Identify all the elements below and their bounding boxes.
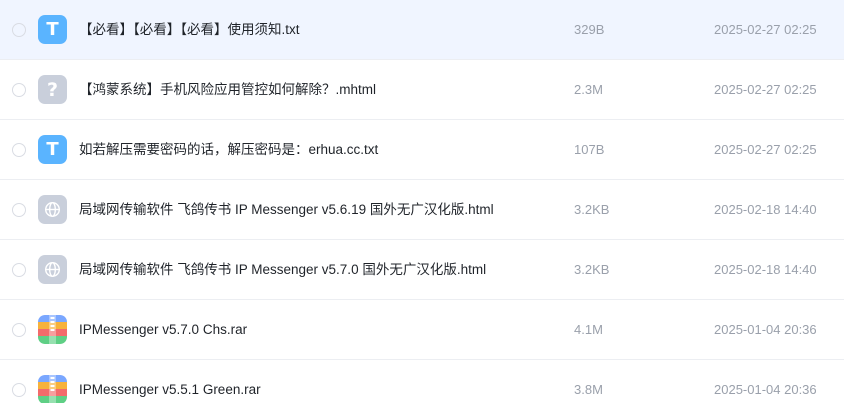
file-row[interactable]: 局域网传输软件 飞鸽传书 IP Messenger v5.7.0 国外无广汉化版…: [0, 240, 844, 300]
file-name[interactable]: 【鸿蒙系统】手机风险应用管控如何解除？.mhtml: [79, 60, 376, 120]
file-row[interactable]: IPMessenger v5.7.0 Chs.rar 4.1M 2025-01-…: [0, 300, 844, 360]
globe-icon: [38, 195, 67, 224]
file-row[interactable]: T 【必看】【必看】【必看】使用须知.txt 329B 2025-02-27 0…: [0, 0, 844, 60]
file-row[interactable]: 局域网传输软件 飞鸽传书 IP Messenger v5.6.19 国外无广汉化…: [0, 180, 844, 240]
file-name[interactable]: 局域网传输软件 飞鸽传书 IP Messenger v5.7.0 国外无广汉化版…: [79, 240, 486, 300]
file-size: 2.3M: [574, 82, 603, 97]
file-list: T 【必看】【必看】【必看】使用须知.txt 329B 2025-02-27 0…: [0, 0, 844, 403]
txt-file-icon: T: [38, 15, 67, 44]
file-date: 2025-01-04 20:36: [714, 382, 817, 397]
file-size: 3.8M: [574, 382, 603, 397]
row-checkbox[interactable]: [12, 143, 26, 157]
archive-icon: [38, 315, 67, 344]
row-checkbox[interactable]: [12, 263, 26, 277]
file-size: 3.2KB: [574, 262, 610, 277]
txt-file-icon: T: [38, 135, 67, 164]
file-name[interactable]: 局域网传输软件 飞鸽传书 IP Messenger v5.6.19 国外无广汉化…: [79, 180, 494, 240]
archive-icon: [38, 375, 67, 403]
file-date: 2025-02-27 02:25: [714, 22, 817, 37]
unknown-file-icon: ?: [38, 75, 67, 104]
file-size: 107B: [574, 142, 605, 157]
file-name[interactable]: 【必看】【必看】【必看】使用须知.txt: [79, 0, 300, 60]
file-row[interactable]: IPMessenger v5.5.1 Green.rar 3.8M 2025-0…: [0, 360, 844, 403]
file-name[interactable]: IPMessenger v5.5.1 Green.rar: [79, 360, 261, 403]
file-size: 4.1M: [574, 322, 603, 337]
file-size: 329B: [574, 22, 605, 37]
file-row[interactable]: ? 【鸿蒙系统】手机风险应用管控如何解除？.mhtml 2.3M 2025-02…: [0, 60, 844, 120]
row-checkbox[interactable]: [12, 383, 26, 397]
file-row[interactable]: T 如若解压需要密码的话，解压密码是：erhua.cc.txt 107B 202…: [0, 120, 844, 180]
row-checkbox[interactable]: [12, 323, 26, 337]
file-date: 2025-02-27 02:25: [714, 142, 817, 157]
file-name[interactable]: 如若解压需要密码的话，解压密码是：erhua.cc.txt: [79, 120, 378, 180]
file-date: 2025-02-27 02:25: [714, 82, 817, 97]
file-name[interactable]: IPMessenger v5.7.0 Chs.rar: [79, 300, 247, 360]
row-checkbox[interactable]: [12, 83, 26, 97]
file-size: 3.2KB: [574, 202, 610, 217]
file-date: 2025-02-18 14:40: [714, 262, 817, 277]
row-checkbox[interactable]: [12, 23, 26, 37]
file-date: 2025-02-18 14:40: [714, 202, 817, 217]
file-date: 2025-01-04 20:36: [714, 322, 817, 337]
globe-icon: [38, 255, 67, 284]
row-checkbox[interactable]: [12, 203, 26, 217]
